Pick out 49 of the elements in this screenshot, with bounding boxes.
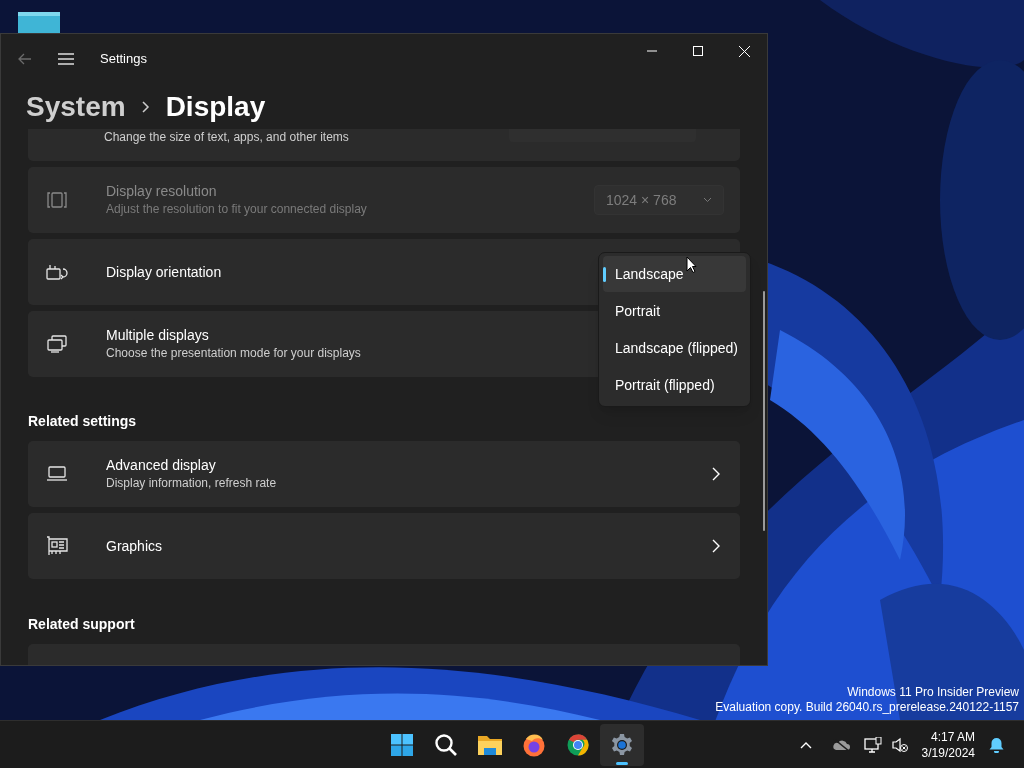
- setting-title: Display resolution: [106, 182, 218, 200]
- setting-title: Display orientation: [106, 263, 222, 281]
- cloud-icon[interactable]: [831, 739, 850, 751]
- chevron-icon: [141, 100, 150, 113]
- setting-description: Change the size of text, apps, and other items: [104, 129, 349, 146]
- rotate-screen-icon: [46, 263, 68, 281]
- menu-icon[interactable]: [58, 53, 74, 65]
- back-icon[interactable]: [18, 53, 32, 65]
- chevron-up-icon[interactable]: [799, 741, 812, 749]
- start-icon: [390, 733, 414, 757]
- cursor-icon: [686, 256, 697, 274]
- setting-card[interactable]: Advanced display Display information, refresh rate: [28, 441, 740, 507]
- clock-time[interactable]: 4:17 AM: [930, 729, 975, 745]
- fox-icon: [522, 733, 546, 757]
- folder-icon: [477, 734, 503, 756]
- browser-icon: [566, 733, 590, 757]
- volume-mute-icon[interactable]: [891, 737, 908, 753]
- search-icon: [434, 733, 458, 757]
- setting-card[interactable]: Change the size of text, apps, and other items: [28, 129, 740, 161]
- setting-title: Advanced display: [106, 456, 217, 474]
- network-icon[interactable]: [863, 736, 882, 754]
- laptop-icon: [46, 466, 68, 482]
- setting-title: Graphics: [106, 537, 163, 555]
- close-icon: [738, 45, 750, 57]
- clock-date[interactable]: 3/19/2024: [921, 745, 975, 761]
- setting-card[interactable]: Graphics: [28, 513, 740, 579]
- graphics-card-icon: [46, 536, 68, 556]
- section-heading: Related settings: [28, 412, 138, 431]
- minimize-icon: [647, 50, 657, 52]
- page-title: Display: [165, 89, 266, 124]
- window-title: Settings: [100, 50, 147, 69]
- scrollbar-thumb[interactable]: [763, 291, 765, 531]
- watermark-text: Windows 11 Pro Insider Preview: [846, 685, 1019, 700]
- gear-icon: [610, 733, 634, 757]
- setting-description: Adjust the resolution to fit your connected display: [106, 201, 367, 218]
- setting-description: Display information, refresh rate: [106, 475, 277, 492]
- watermark-text: Evaluation copy. Build 26040.rs_prerelease.240122-1157: [715, 700, 1019, 715]
- chevron-down-icon: [703, 197, 712, 203]
- section-heading: Related support: [28, 615, 136, 634]
- breadcrumb-link[interactable]: System: [26, 85, 126, 128]
- chevron-right-icon: [712, 539, 720, 553]
- maximize-icon: [693, 46, 703, 56]
- setting-title: Multiple displays: [106, 326, 210, 344]
- resize-frame-icon: [46, 191, 68, 209]
- multiple-screens-icon: [46, 335, 68, 353]
- setting-description: Choose the presentation mode for your displays: [106, 345, 361, 362]
- menu-item[interactable]: Landscape: [603, 256, 746, 292]
- bell-icon[interactable]: [989, 737, 1004, 753]
- chevron-right-icon: [712, 467, 720, 481]
